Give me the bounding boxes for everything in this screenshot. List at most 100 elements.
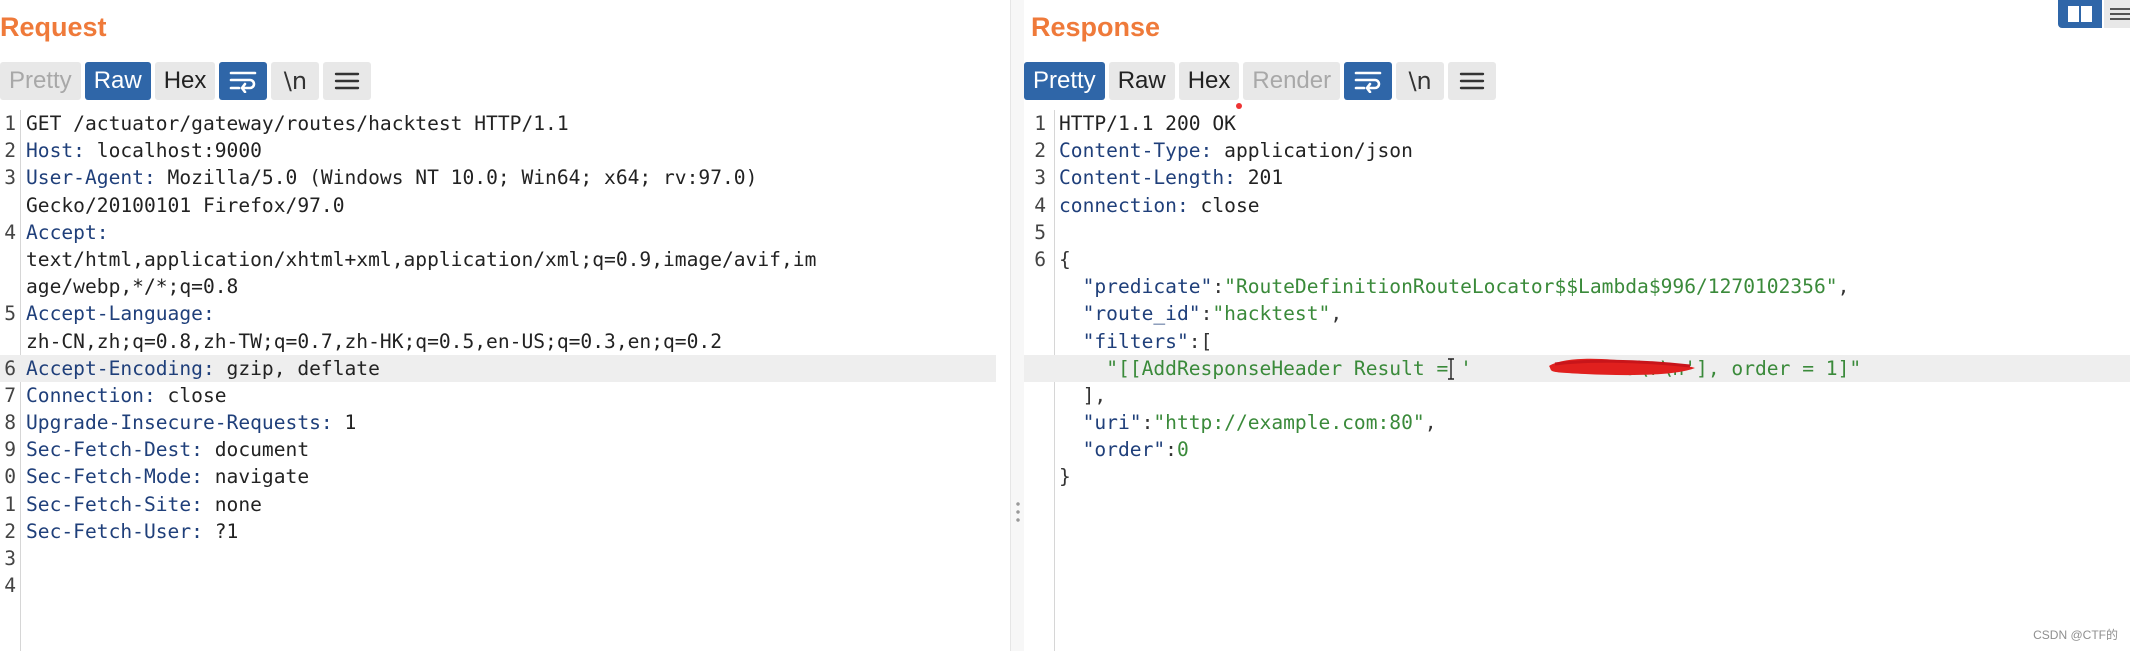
code-token: 0 bbox=[1176, 438, 1189, 462]
response-line[interactable]: "filters":[ bbox=[1024, 328, 2130, 355]
request-line[interactable]: 3 bbox=[0, 545, 996, 572]
response-line[interactable]: 6{ bbox=[1024, 246, 2130, 273]
response-line[interactable]: 1 HTTP/1.1 200 OK bbox=[1024, 110, 2130, 137]
request-line[interactable]: 7 Connection: close bbox=[0, 382, 996, 409]
code-token: GET /actuator/gateway/routes/hacktest HT… bbox=[26, 112, 569, 135]
code-text: "route_id":"hacktest", bbox=[1059, 300, 1343, 327]
response-line[interactable]: } bbox=[1024, 463, 2130, 490]
request-tab-hex[interactable]: Hex bbox=[154, 62, 216, 100]
response-line[interactable]: "route_id":"hacktest", bbox=[1024, 300, 2130, 327]
code-token: "[[AddResponseHeader Result = ' bbox=[1106, 356, 1472, 380]
response-panel: Response Pretty Raw Hex Render \n 1 HTTP/… bbox=[1024, 0, 2130, 651]
response-line[interactable]: 5 bbox=[1024, 219, 2130, 246]
code-token: gzip, deflate bbox=[214, 356, 380, 380]
request-line[interactable]: 2 Host: localhost:9000 bbox=[0, 137, 996, 164]
response-tab-render[interactable]: Render bbox=[1243, 62, 1341, 100]
line-number: 4 bbox=[4, 220, 16, 244]
request-line[interactable]: 6 Accept-Encoding: gzip, deflate bbox=[0, 354, 996, 382]
line-number: 6 bbox=[4, 356, 16, 380]
stacked-view-button[interactable] bbox=[2104, 0, 2130, 28]
code-text: age/webp,*/*;q=0.8 bbox=[26, 273, 238, 300]
code-token: "hacktest" bbox=[1212, 302, 1331, 326]
response-line[interactable]: "predicate":"RouteDefinitionRouteLocator… bbox=[1024, 273, 2130, 300]
request-line[interactable]: Gecko/20100101 Firefox/97.0 bbox=[0, 192, 996, 219]
response-line[interactable]: ], bbox=[1024, 382, 2130, 409]
code-token: : bbox=[1212, 275, 1225, 299]
request-line[interactable]: 4 Accept: bbox=[0, 219, 996, 246]
response-line[interactable]: "order":0 bbox=[1024, 436, 2130, 463]
request-line[interactable]: zh-CN,zh;q=0.8,zh-TW;q=0.7,zh-HK;q=0.5,e… bbox=[0, 328, 996, 355]
code-token: Content-Length: bbox=[1059, 166, 1236, 190]
response-show-newlines-button[interactable]: \n bbox=[1396, 62, 1445, 100]
request-line[interactable]: 4 bbox=[0, 572, 996, 599]
response-line[interactable]: 4 connection: close bbox=[1024, 192, 2130, 219]
code-text: Sec-Fetch-User: ?1 bbox=[26, 518, 238, 545]
code-token: zh-CN,zh;q=0.8,zh-TW;q=0.7,zh-HK;q=0.5,e… bbox=[26, 329, 722, 353]
code-token: Gecko/20100101 Firefox/97.0 bbox=[26, 193, 345, 217]
request-line[interactable]: 1 GET /actuator/gateway/routes/hacktest H… bbox=[0, 110, 996, 137]
code-text: Sec-Fetch-Site: none bbox=[26, 491, 262, 518]
request-panel: Request Pretty Raw Hex \n 1 GET /actuator… bbox=[0, 0, 1010, 651]
response-toolbar: Pretty Raw Hex Render \n bbox=[1024, 61, 1497, 101]
code-token: Sec-Fetch-User: bbox=[26, 519, 203, 543]
code-text: text/html,application/xhtml+xml,applicat… bbox=[26, 246, 816, 273]
request-show-newlines-button[interactable]: \n bbox=[271, 62, 320, 100]
response-tab-raw[interactable]: Raw bbox=[1108, 62, 1175, 100]
response-tab-hex[interactable]: Hex bbox=[1178, 62, 1240, 100]
code-token: "RouteDefinitionRouteLocator$$Lambda$996… bbox=[1224, 275, 1838, 299]
request-line[interactable]: 8 Upgrade-Insecure-Requests: 1 bbox=[0, 409, 996, 436]
panel-splitter[interactable] bbox=[1010, 0, 1025, 651]
response-line[interactable]: "uri":"http://example.com:80", bbox=[1024, 409, 2130, 436]
response-line[interactable]: 3 Content-Length: 201 bbox=[1024, 164, 2130, 191]
code-text: "filters":[ bbox=[1059, 328, 1213, 355]
code-token: ?1 bbox=[202, 519, 239, 543]
response-tab-pretty[interactable]: Pretty bbox=[1024, 62, 1105, 100]
request-line[interactable]: text/html,application/xhtml+xml,applicat… bbox=[0, 246, 996, 273]
code-token: close bbox=[1188, 193, 1260, 217]
request-wrap-lines-button[interactable] bbox=[219, 62, 268, 100]
split-view-button[interactable] bbox=[2058, 0, 2102, 28]
code-token: none bbox=[202, 492, 262, 516]
code-token: Accept-Encoding: bbox=[26, 356, 215, 380]
code-token: Upgrade-Insecure-Requests: bbox=[26, 411, 333, 435]
response-wrap-lines-button[interactable] bbox=[1344, 62, 1393, 100]
code-text: Sec-Fetch-Mode: navigate bbox=[26, 463, 309, 490]
hamburger-menu-icon bbox=[1459, 72, 1485, 90]
response-menu-button[interactable] bbox=[1448, 62, 1497, 100]
line-number: 5 bbox=[4, 302, 16, 326]
request-line[interactable]: 3 User-Agent: Mozilla/5.0 (Windows NT 10.… bbox=[0, 164, 996, 191]
code-token: Mozilla/5.0 (Windows NT 10.0; Win64; x64… bbox=[155, 166, 758, 190]
request-line[interactable]: 2 Sec-Fetch-User: ?1 bbox=[0, 518, 996, 545]
request-editor[interactable]: 1 GET /actuator/gateway/routes/hacktest H… bbox=[0, 110, 996, 651]
code-text: HTTP/1.1 200 OK bbox=[1059, 110, 1236, 137]
request-menu-button[interactable] bbox=[323, 62, 372, 100]
code-token: , bbox=[1424, 411, 1437, 435]
request-line[interactable]: 1 Sec-Fetch-Site: none bbox=[0, 491, 996, 518]
code-text: Upgrade-Insecure-Requests: 1 bbox=[26, 409, 356, 436]
watermark: CSDN @CTF的 bbox=[2033, 628, 2118, 642]
request-line[interactable]: 9 Sec-Fetch-Dest: document bbox=[0, 436, 996, 463]
newline-icon: \n bbox=[1408, 67, 1432, 95]
code-token: connection: bbox=[1059, 193, 1189, 217]
splitter-grip-icon bbox=[1016, 500, 1020, 524]
code-token: { bbox=[1059, 247, 1071, 271]
response-line[interactable]: 2 Content-Type: application/json bbox=[1024, 137, 2130, 164]
request-tab-raw[interactable]: Raw bbox=[84, 62, 151, 100]
line-number: 2 bbox=[4, 519, 16, 543]
wrap-lines-icon bbox=[1354, 71, 1382, 93]
code-text: Gecko/20100101 Firefox/97.0 bbox=[26, 192, 345, 219]
request-line[interactable]: 0 Sec-Fetch-Mode: navigate bbox=[0, 463, 996, 490]
line-number: 9 bbox=[4, 438, 16, 462]
request-line[interactable]: age/webp,*/*;q=0.8 bbox=[0, 273, 996, 300]
line-number: 2 bbox=[4, 139, 16, 163]
request-line[interactable]: 5 Accept-Language: bbox=[0, 300, 996, 327]
code-token: :[ bbox=[1188, 329, 1213, 353]
request-tab-pretty[interactable]: Pretty bbox=[0, 62, 81, 100]
split-columns-icon bbox=[2068, 6, 2092, 22]
code-token: Content-Type: bbox=[1059, 139, 1213, 163]
response-editor[interactable]: 1 HTTP/1.1 200 OK 2 Content-Type: applicati… bbox=[1024, 110, 2130, 651]
